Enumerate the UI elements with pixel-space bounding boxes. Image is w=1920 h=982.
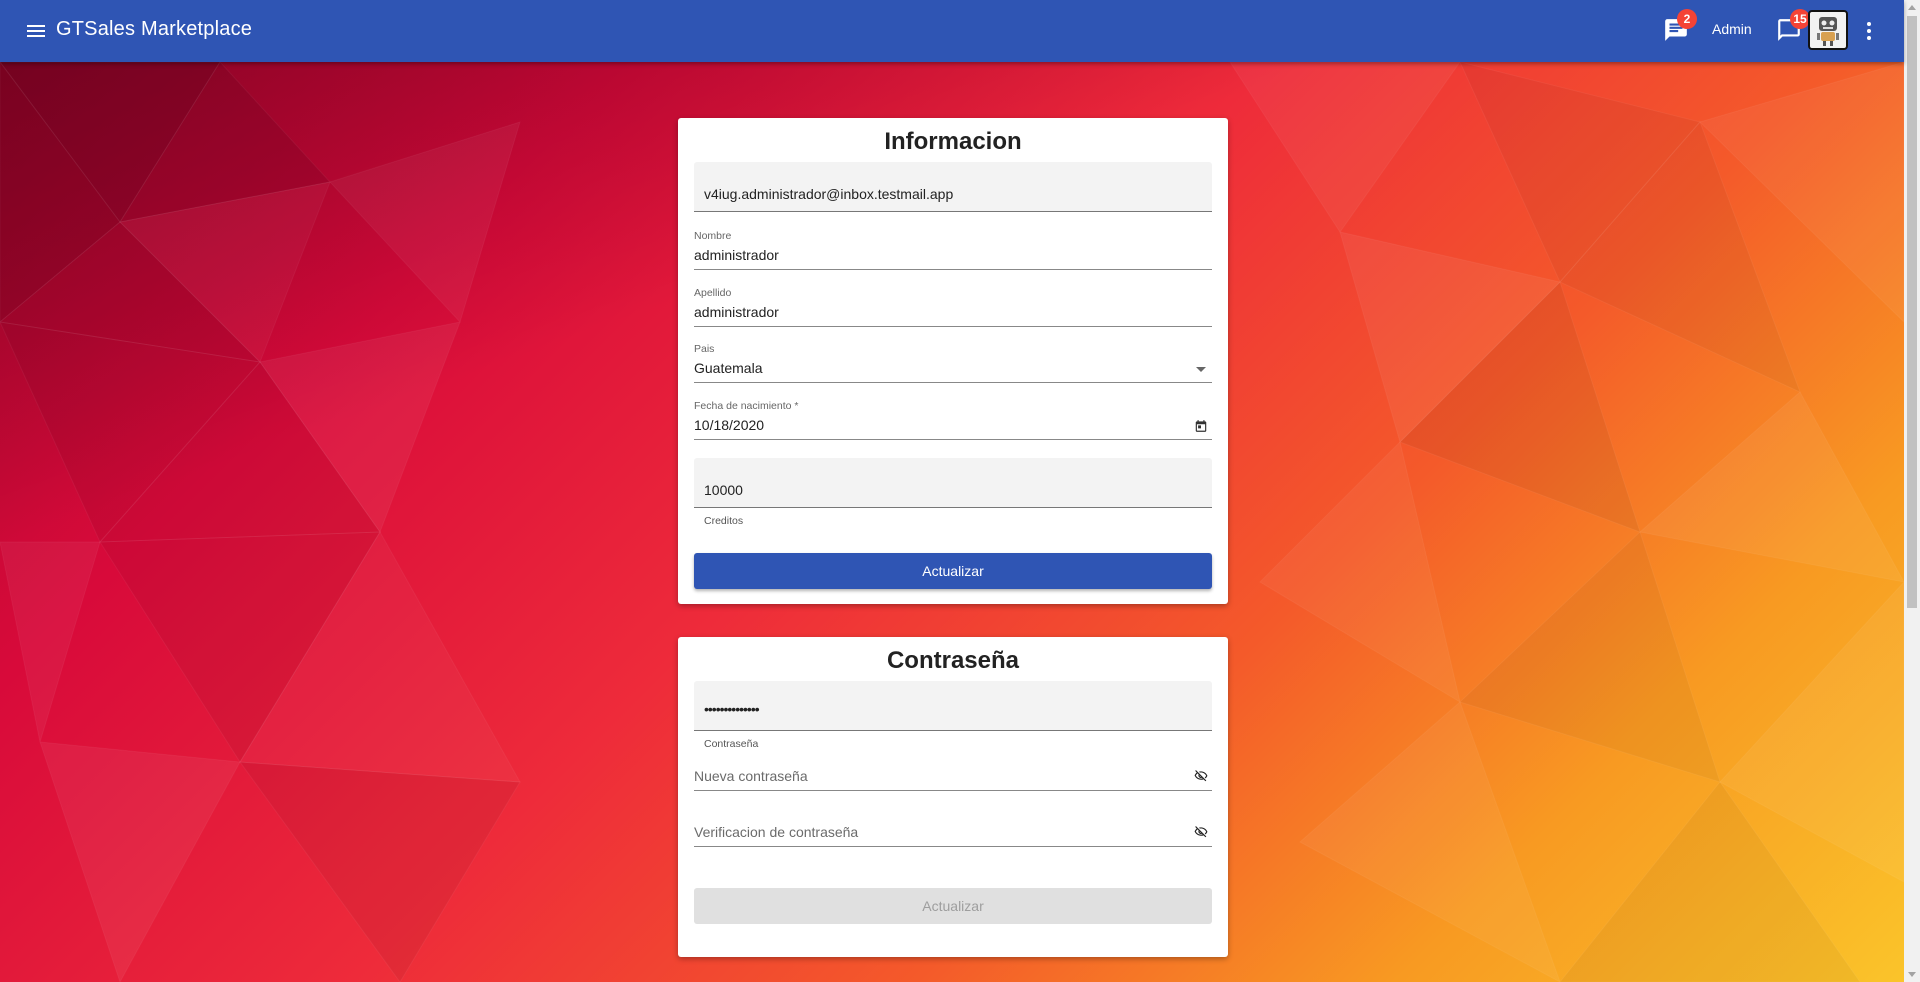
fecha-nacimiento-field[interactable]: Fecha de nacimiento * 10/18/2020 bbox=[694, 400, 1212, 440]
creditos-helper: Creditos bbox=[704, 515, 744, 527]
info-card: Informacion v4iug.administrador@inbox.te… bbox=[678, 118, 1228, 604]
more-vert-icon[interactable] bbox=[1857, 19, 1881, 43]
password-card: Contraseña •••••••••••••• Contraseña Nue… bbox=[678, 637, 1228, 957]
scroll-up-arrow[interactable] bbox=[1908, 5, 1916, 10]
info-card-title: Informacion bbox=[884, 128, 1022, 155]
update-password-button[interactable]: Actualizar bbox=[694, 888, 1212, 924]
creditos-field[interactable]: 10000 bbox=[694, 458, 1212, 508]
update-info-button[interactable]: Actualizar bbox=[694, 553, 1212, 589]
app-title[interactable]: GTSales Marketplace bbox=[56, 18, 252, 41]
notifications-badge: 2 bbox=[1677, 9, 1697, 29]
nombre-label: Nombre bbox=[694, 230, 732, 242]
scrollbar-thumb[interactable] bbox=[1907, 16, 1917, 608]
apellido-label: Apellido bbox=[694, 287, 732, 299]
current-password-value: •••••••••••••• bbox=[704, 701, 760, 717]
pais-label: Pais bbox=[694, 343, 715, 355]
new-password-field[interactable]: Nueva contraseña bbox=[694, 765, 1212, 791]
menu-icon[interactable] bbox=[24, 19, 48, 43]
password-card-title: Contraseña bbox=[886, 647, 1020, 674]
pais-value: Guatemala bbox=[694, 360, 763, 376]
apellido-field[interactable]: Apellido administrador bbox=[694, 287, 1212, 327]
fecha-value: 10/18/2020 bbox=[694, 417, 765, 433]
email-field[interactable]: v4iug.administrador@inbox.testmail.app bbox=[694, 162, 1212, 212]
robot-avatar-icon[interactable] bbox=[1808, 10, 1848, 50]
new-password-placeholder: Nueva contraseña bbox=[694, 768, 808, 784]
user-name[interactable]: Admin bbox=[1712, 21, 1752, 37]
nombre-field[interactable]: Nombre administrador bbox=[694, 230, 1212, 270]
password-helper: Contraseña bbox=[704, 738, 759, 750]
verify-password-placeholder: Verificacion de contraseña bbox=[694, 824, 859, 840]
creditos-value: 10000 bbox=[704, 482, 743, 498]
app-toolbar: GTSales Marketplace 2 Admin 15 bbox=[0, 0, 1904, 62]
page-scrollbar[interactable] bbox=[1904, 0, 1920, 982]
verify-password-field[interactable]: Verificacion de contraseña bbox=[694, 821, 1212, 847]
email-value: v4iug.administrador@inbox.testmail.app bbox=[704, 186, 954, 202]
apellido-value: administrador bbox=[694, 304, 779, 320]
fecha-label: Fecha de nacimiento * bbox=[694, 400, 799, 412]
current-password-field[interactable]: •••••••••••••• bbox=[694, 681, 1212, 731]
pais-select[interactable]: Pais Guatemala bbox=[694, 343, 1212, 383]
visibility-off-icon[interactable] bbox=[1194, 769, 1208, 783]
scroll-down-arrow[interactable] bbox=[1908, 972, 1916, 977]
nombre-value: administrador bbox=[694, 247, 779, 263]
dropdown-arrow-icon[interactable] bbox=[1194, 362, 1208, 376]
visibility-off-icon[interactable] bbox=[1194, 825, 1208, 839]
calendar-icon[interactable] bbox=[1194, 419, 1208, 433]
messages-badge: 15 bbox=[1790, 9, 1810, 29]
